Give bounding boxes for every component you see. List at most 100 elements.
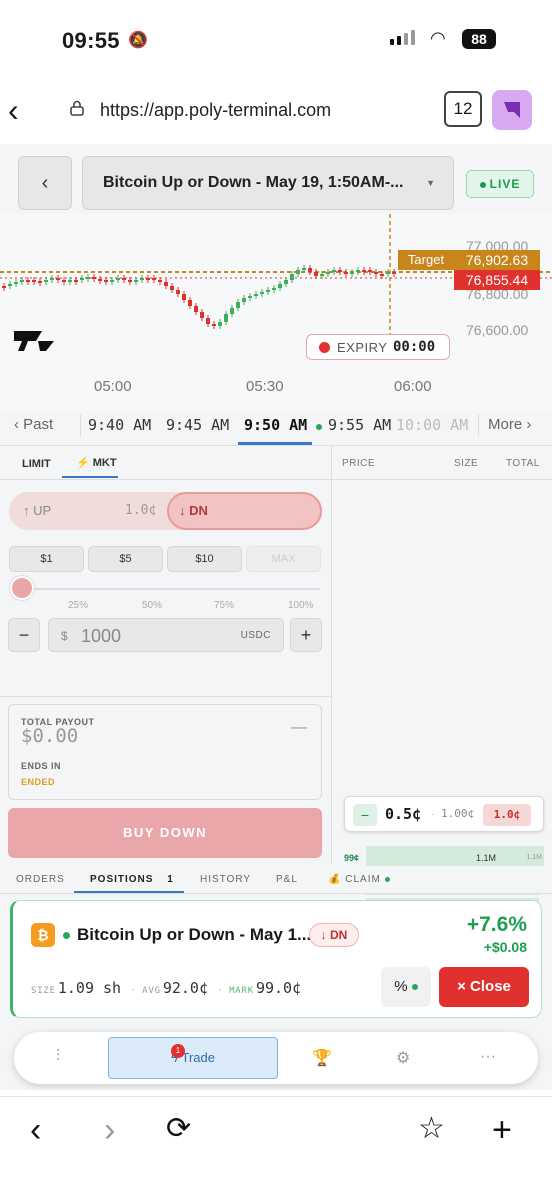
amount-preset[interactable]: $1: [9, 546, 84, 572]
order-book: PRICE SIZE TOTAL − 0.5¢ · 1.00¢ 1.0¢ 99¢…: [332, 446, 552, 999]
side-badge: ↓ DN: [309, 923, 359, 947]
candle-body: [308, 268, 312, 272]
y-tick: 76,600.00: [466, 322, 529, 338]
buy-down-button[interactable]: BUY DOWN: [8, 808, 322, 858]
percent-toggle-button[interactable]: %: [381, 967, 431, 1007]
candle-body: [128, 280, 132, 282]
bookmark-star-icon[interactable]: ☆: [418, 1111, 445, 1146]
candle-body: [230, 308, 234, 314]
slider-handle[interactable]: [10, 576, 34, 600]
browser-back-icon[interactable]: ‹: [8, 92, 19, 129]
target-value: 76,902.63: [454, 250, 540, 270]
decrement-button[interactable]: −: [8, 618, 40, 652]
back-button[interactable]: ‹: [18, 156, 72, 210]
app-area: ‹ Bitcoin Up or Down - May 19, 1:50AM-..…: [0, 144, 552, 1090]
browser-toolbar: ‹ › ⟳ ☆ +: [0, 1096, 552, 1200]
down-button[interactable]: ↓ DN: [167, 492, 322, 530]
url-text[interactable]: https://app.poly-terminal.com: [100, 100, 331, 121]
avg-label: AVG: [142, 986, 161, 996]
candle-body: [290, 274, 294, 280]
tab-claim[interactable]: 💰 CLAIM: [328, 874, 390, 885]
tab-positions[interactable]: POSITIONS 1: [90, 874, 174, 885]
clock: 09:55: [62, 28, 120, 53]
order-mode-tabs: LIMIT ⚡ MKT: [0, 446, 332, 480]
candle-body: [200, 312, 204, 318]
position-card[interactable]: ₿ Bitcoin Up or Down - May 1... ↓ DN +7.…: [10, 900, 542, 1018]
lock-icon: [70, 100, 84, 116]
amount-preset[interactable]: $5: [88, 546, 163, 572]
candles: [2, 265, 396, 329]
chart-nav-icon[interactable]: ⫶: [56, 1048, 60, 1066]
more-icon[interactable]: ···: [480, 1048, 496, 1066]
close-icon: ×: [457, 978, 466, 995]
extension-icon[interactable]: [492, 90, 532, 130]
amount-preset[interactable]: $10: [167, 546, 242, 572]
interval-slot[interactable]: 9:55 AM: [328, 416, 391, 434]
x-tick: 05:00: [94, 378, 132, 395]
status-bar: 09:55 🔕 ◠ 88: [0, 0, 552, 80]
slider-percent: 25%: [68, 600, 89, 611]
slider-track[interactable]: [20, 588, 320, 590]
candle-body: [14, 282, 18, 284]
trophy-icon[interactable]: 🏆: [312, 1048, 332, 1068]
new-tab-icon[interactable]: +: [492, 1111, 512, 1150]
tab-history[interactable]: HISTORY: [200, 874, 251, 885]
more-button[interactable]: More ›: [488, 416, 531, 433]
candle-body: [260, 292, 264, 294]
amount-max[interactable]: MAX: [246, 546, 321, 572]
tab-count-button[interactable]: 12: [444, 91, 482, 127]
candle-body: [206, 318, 210, 324]
candle-body: [272, 288, 276, 290]
browser-forward-icon[interactable]: ›: [104, 1111, 115, 1150]
candle-body: [380, 274, 384, 276]
reload-icon[interactable]: ⟳: [166, 1111, 191, 1146]
chevron-down-icon: ▼: [426, 178, 435, 188]
tab-limit[interactable]: LIMIT: [22, 458, 51, 470]
increment-button[interactable]: +: [290, 618, 322, 652]
close-position-button[interactable]: × Close: [439, 967, 529, 1007]
ends-label: ENDS IN: [21, 761, 62, 771]
candle-body: [122, 278, 126, 280]
quantity-input[interactable]: [81, 623, 221, 649]
candle-body: [362, 270, 366, 272]
sliders-icon[interactable]: ⚙: [396, 1048, 410, 1068]
interval-slot[interactable]: 9:45 AM: [166, 416, 229, 434]
ends-value: ENDED: [21, 777, 56, 787]
x-tick: 06:00: [394, 378, 432, 395]
browser-url-bar: ‹ https://app.poly-terminal.com 12: [0, 80, 552, 144]
pnl-absolute: +$0.08: [483, 939, 527, 955]
mark-value: 99.0¢: [255, 979, 302, 997]
candle-body: [2, 286, 6, 288]
interval-slot[interactable]: 9:40 AM: [88, 416, 151, 434]
interval-slot-active[interactable]: 9:50 AM: [244, 416, 307, 434]
candle-body: [374, 272, 378, 274]
tab-pnl[interactable]: P&L: [276, 874, 298, 885]
browser-back-icon[interactable]: ‹: [30, 1111, 41, 1150]
active-tab-underline: [74, 891, 184, 893]
tab-market[interactable]: ⚡ MKT: [62, 456, 118, 478]
chevron-left-icon: ‹: [41, 172, 49, 194]
cellular-signal-icon: [390, 30, 415, 45]
candle-body: [164, 282, 168, 286]
up-button[interactable]: ↑ UP: [23, 503, 51, 518]
active-underline: [238, 442, 312, 445]
interval-slot[interactable]: 10:00 AM: [396, 416, 468, 434]
price-chart[interactable]: 77,000.00 76,800.00 76,600.00 Target 76,…: [0, 214, 552, 410]
order-book-header: PRICE SIZE TOTAL: [332, 446, 552, 480]
tab-orders[interactable]: ORDERS: [16, 874, 65, 885]
wifi-icon: ◠: [430, 28, 446, 48]
expiry-countdown: EXPIRY 00:00: [306, 334, 450, 360]
market-title: Bitcoin Up or Down - May 19, 1:50AM-...: [103, 174, 404, 191]
candle-body: [368, 270, 372, 272]
mark-label: MARK: [229, 986, 254, 996]
spread-minus-button[interactable]: −: [353, 804, 377, 826]
market-selector[interactable]: Bitcoin Up or Down - May 19, 1:50AM-... …: [82, 156, 454, 210]
past-button[interactable]: ‹ Past: [14, 416, 53, 433]
candle-body: [296, 270, 300, 274]
candle-body: [212, 324, 216, 326]
live-dot: [316, 424, 322, 430]
candle-body: [134, 280, 138, 282]
col-size: SIZE: [454, 458, 479, 469]
nav-trade[interactable]: 1 ϟ Trade: [108, 1037, 278, 1079]
best-ask[interactable]: 1.0¢: [483, 804, 531, 826]
